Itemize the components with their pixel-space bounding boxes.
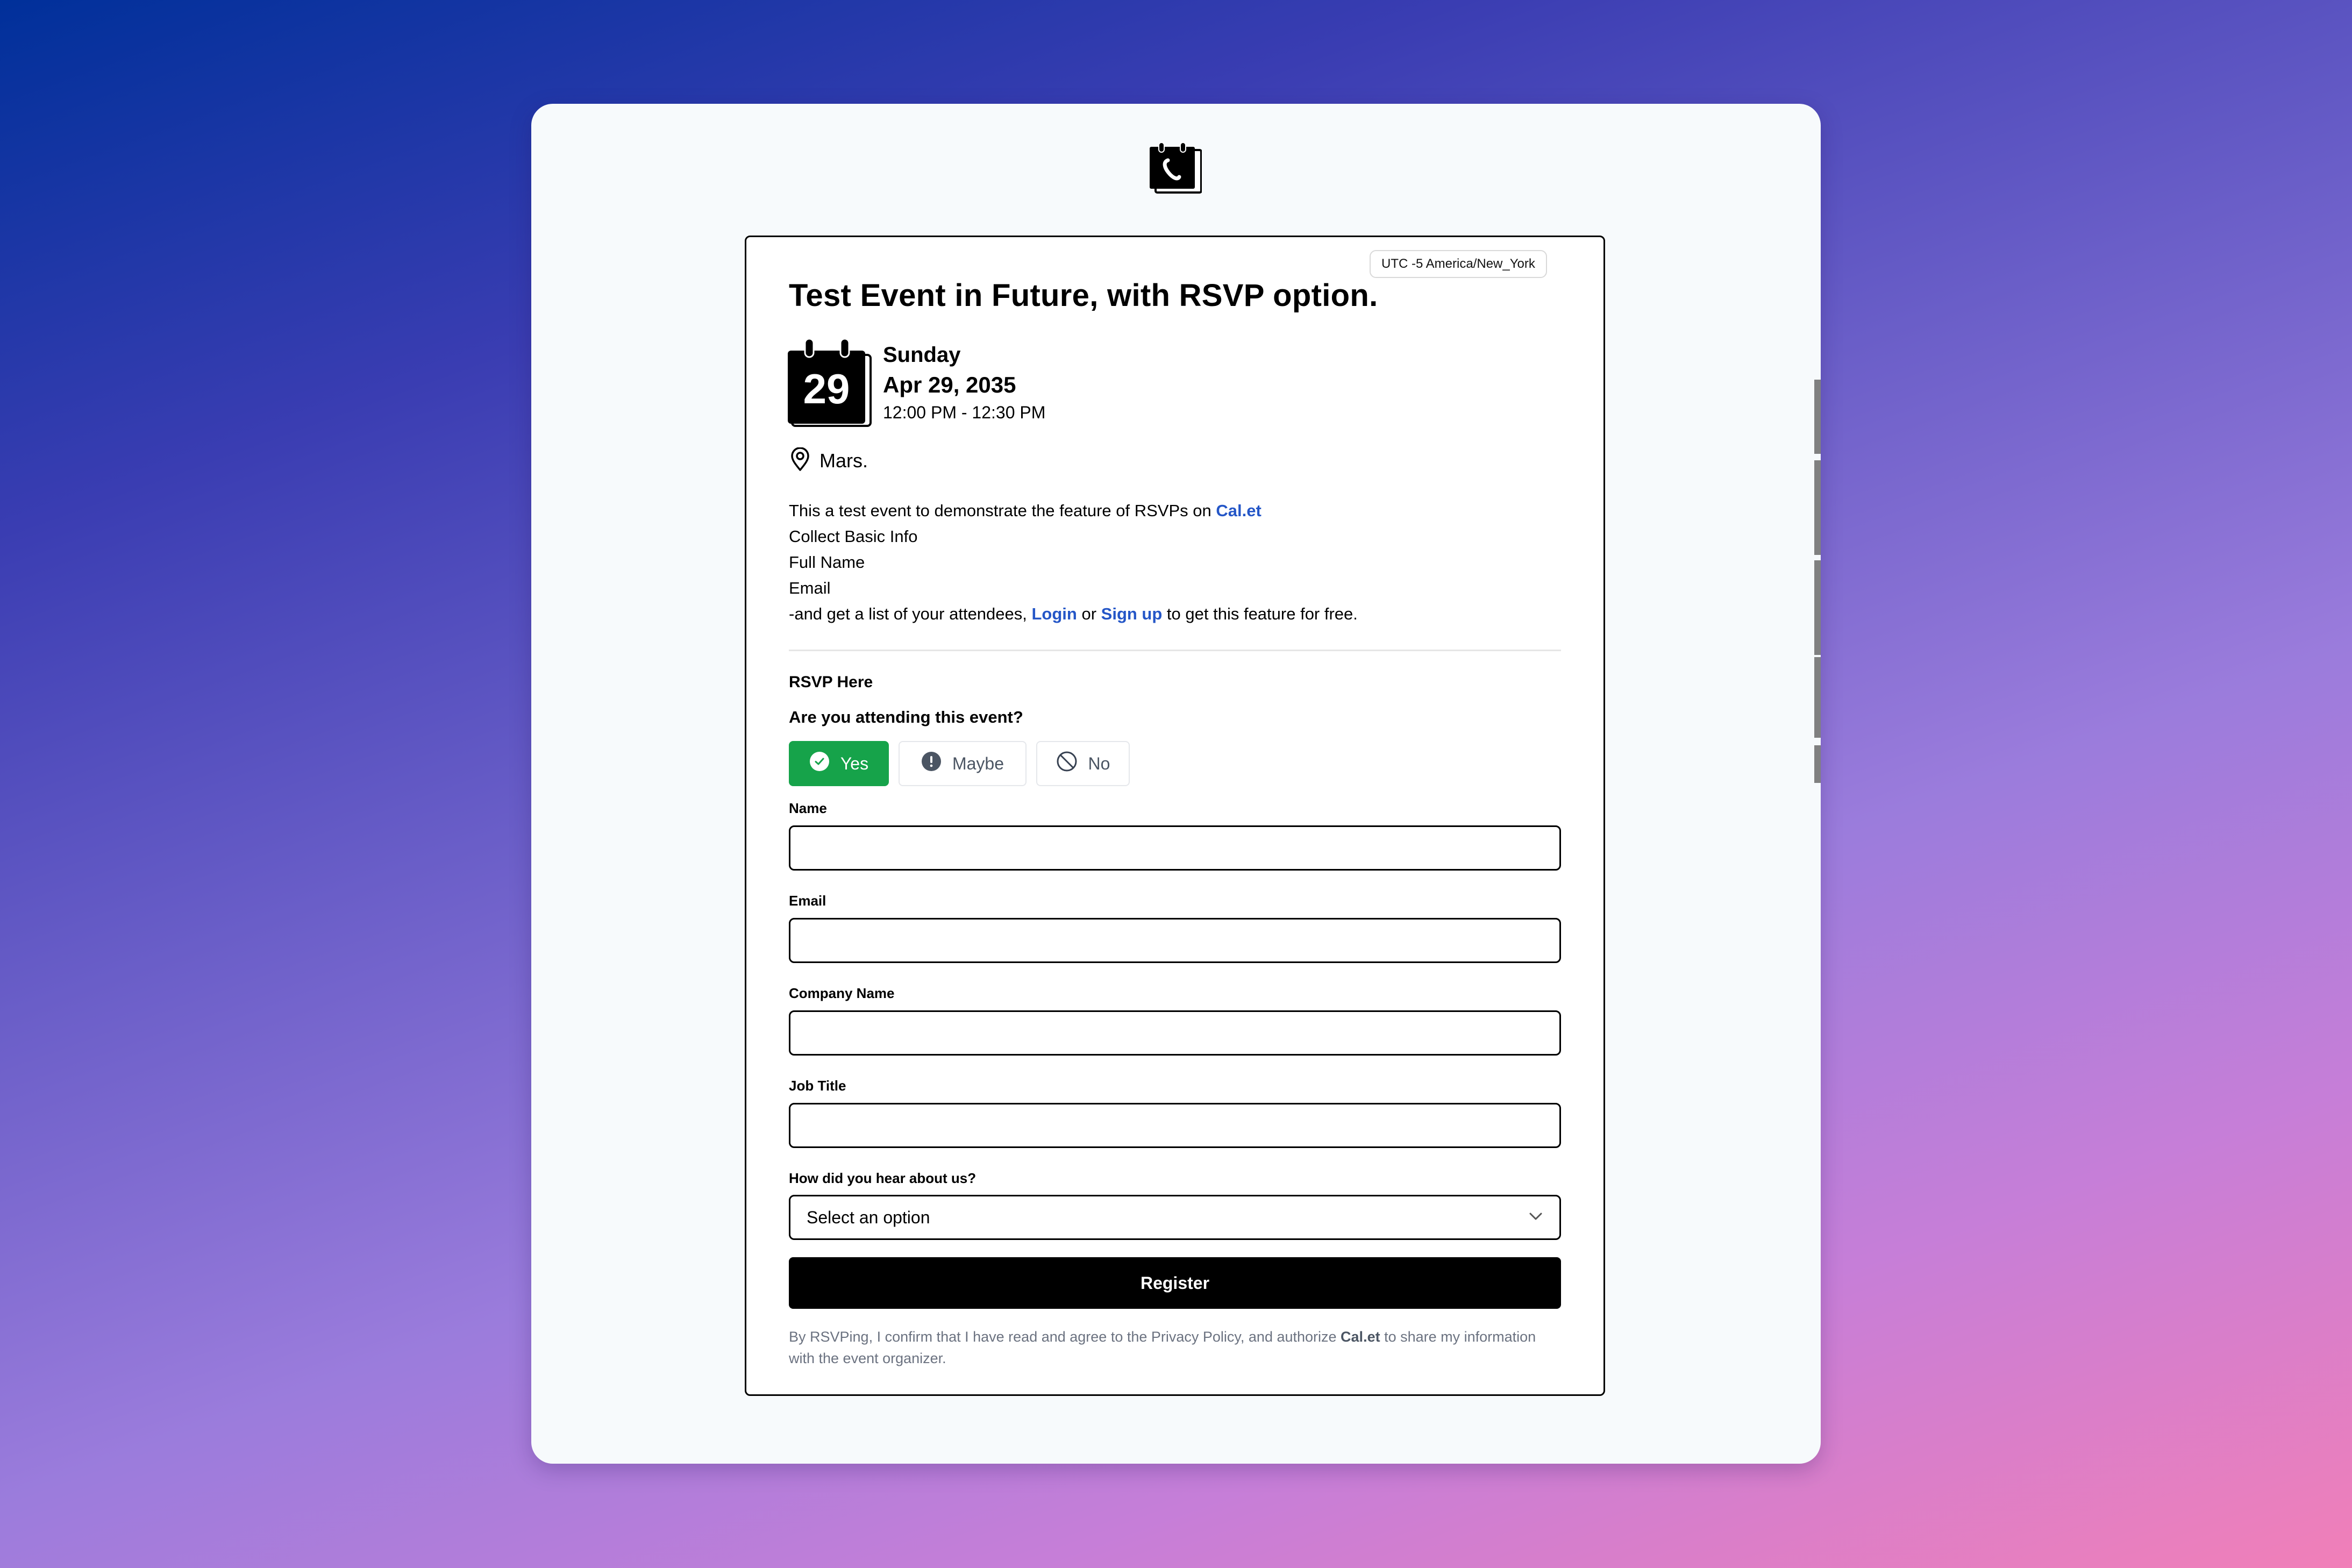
rsvp-heading: RSVP Here xyxy=(789,673,873,691)
name-label: Name xyxy=(789,800,827,816)
register-button[interactable]: Register xyxy=(789,1257,1561,1309)
calendar-phone-logo-icon xyxy=(1148,142,1202,194)
rsvp-options: Yes Maybe No xyxy=(789,741,1130,786)
event-date: Apr 29, 2035 xyxy=(883,372,1016,397)
calendar-day-number: 29 xyxy=(803,365,850,412)
scrollbar-segment[interactable] xyxy=(1814,380,1821,454)
rsvp-yes-label: Yes xyxy=(840,753,869,773)
event-weekday: Sunday xyxy=(883,343,961,367)
rsvp-question: Are you attending this event? xyxy=(789,708,1023,726)
source-select[interactable]: Select an option xyxy=(789,1195,1561,1240)
calet-link[interactable]: Cal.et xyxy=(1216,501,1261,520)
rsvp-no-button[interactable]: No xyxy=(1036,741,1130,786)
source-select-value: Select an option xyxy=(807,1207,930,1227)
email-input[interactable] xyxy=(789,918,1561,963)
rsvp-no-label: No xyxy=(1088,753,1110,773)
rsvp-yes-button[interactable]: Yes xyxy=(789,741,889,786)
description-text: This a test event to demonstrate the fea… xyxy=(789,501,1216,520)
map-pin-icon xyxy=(790,447,810,474)
scrollbar-segment[interactable] xyxy=(1814,560,1821,655)
consent-prefix: By RSVPing, I confirm that I have read a… xyxy=(789,1329,1341,1345)
chevron-down-icon xyxy=(1528,1211,1543,1224)
description-text: Collect Basic Info xyxy=(789,527,918,546)
event-location: Mars. xyxy=(790,447,868,474)
event-title: Test Event in Future, with RSVP option. xyxy=(789,278,1378,313)
company-name-label: Company Name xyxy=(789,985,895,1001)
description-text: Full Name xyxy=(789,553,865,572)
consent-text: By RSVPing, I confirm that I have read a… xyxy=(789,1326,1561,1369)
scrollbar-segment[interactable] xyxy=(1814,657,1821,738)
section-divider xyxy=(789,650,1561,651)
event-time-range: 12:00 PM - 12:30 PM xyxy=(883,403,1046,422)
job-title-input[interactable] xyxy=(789,1103,1561,1148)
description-text: -and get a list of your attendees, xyxy=(789,604,1032,623)
check-circle-icon xyxy=(809,751,830,776)
consent-brand: Cal.et xyxy=(1341,1329,1380,1345)
name-input[interactable] xyxy=(789,825,1561,871)
event-date-block: Sunday Apr 29, 2035 12:00 PM - 12:30 PM xyxy=(883,340,1045,425)
timezone-badge[interactable]: UTC -5 America/New_York xyxy=(1370,250,1547,278)
description-text: to get this feature for free. xyxy=(1162,604,1358,623)
source-label: How did you hear about us? xyxy=(789,1170,977,1186)
company-name-input[interactable] xyxy=(789,1010,1561,1056)
ban-icon xyxy=(1056,751,1078,776)
rsvp-maybe-label: Maybe xyxy=(952,753,1004,773)
description-text: Email xyxy=(789,579,831,597)
event-location-text: Mars. xyxy=(819,449,868,472)
rsvp-maybe-button[interactable]: Maybe xyxy=(899,741,1027,786)
scrollbar-segment[interactable] xyxy=(1814,745,1821,783)
login-link[interactable]: Login xyxy=(1032,604,1077,623)
event-description: This a test event to demonstrate the fea… xyxy=(789,498,1561,627)
job-title-label: Job Title xyxy=(789,1078,846,1094)
email-label: Email xyxy=(789,893,826,909)
calendar-date-icon: 29 xyxy=(787,339,873,428)
signup-link[interactable]: Sign up xyxy=(1101,604,1163,623)
description-text: or xyxy=(1077,604,1101,623)
exclamation-circle-icon xyxy=(921,751,942,776)
scrollbar-segment[interactable] xyxy=(1814,460,1821,555)
